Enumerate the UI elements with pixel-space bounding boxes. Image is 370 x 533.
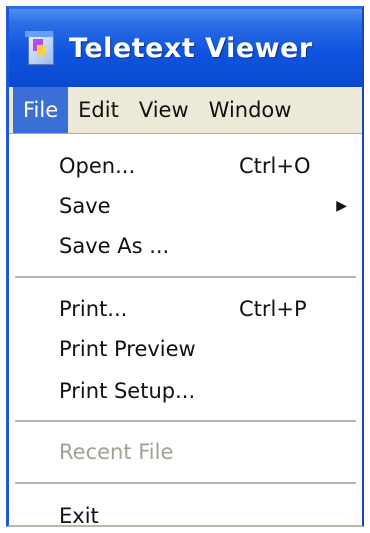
window-title: Teletext Viewer: [69, 32, 313, 64]
menu-item-save[interactable]: Save ▶: [59, 186, 352, 226]
menu-item-print-preview[interactable]: Print Preview: [59, 329, 352, 369]
menu-item-exit-label: Exit: [59, 504, 99, 527]
menu-item-print-label: Print...: [59, 297, 128, 321]
menu-item-save-as[interactable]: Save As ...: [59, 226, 352, 266]
app-icon-bar: [25, 31, 53, 37]
menu-item-recent-file: Recent File: [59, 432, 352, 472]
menu-item-exit[interactable]: Exit: [59, 496, 352, 527]
menu-file[interactable]: File: [13, 87, 69, 133]
menu-item-print-shortcut: Ctrl+P: [239, 297, 307, 321]
teletext-app-icon[interactable]: [25, 31, 55, 65]
menu-item-print-setup-label: Print Setup...: [59, 379, 196, 403]
menu-item-open[interactable]: Open... Ctrl+O: [59, 146, 352, 186]
menu-bar: File Edit View Window: [9, 87, 362, 133]
file-menu-dropdown: Open... Ctrl+O Save ▶ Save As ... Print.…: [9, 133, 362, 525]
menu-separator: [15, 276, 356, 278]
app-icon-mark-2: [37, 45, 45, 55]
menu-view[interactable]: View: [129, 87, 199, 133]
menu-item-recent-file-label: Recent File: [59, 440, 174, 464]
menu-item-open-label: Open...: [59, 154, 136, 178]
menu-item-save-as-label: Save As ...: [59, 234, 170, 258]
triangle-right-icon: ▶: [336, 198, 347, 214]
menu-window[interactable]: Window: [199, 87, 302, 133]
menu-item-print[interactable]: Print... Ctrl+P: [59, 289, 352, 329]
menu-item-save-label: Save: [59, 194, 111, 218]
menu-item-print-preview-label: Print Preview: [59, 337, 196, 361]
menu-item-open-shortcut: Ctrl+O: [239, 154, 311, 178]
menu-separator: [15, 420, 356, 422]
app-window: Teletext Viewer File Edit View Window Op…: [6, 6, 364, 527]
title-bar[interactable]: Teletext Viewer: [9, 9, 362, 87]
menu-edit[interactable]: Edit: [68, 87, 129, 133]
menu-separator: [15, 482, 356, 484]
menu-item-print-setup[interactable]: Print Setup...: [59, 371, 352, 411]
